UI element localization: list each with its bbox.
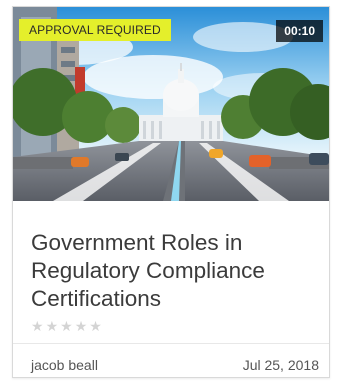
card-divider: [13, 343, 329, 344]
approval-required-badge: APPROVAL REQUIRED: [19, 19, 171, 41]
star-icon: ★: [60, 318, 73, 334]
course-card[interactable]: APPROVAL REQUIRED 00:10 Government Roles…: [12, 6, 330, 378]
star-icon: ★: [89, 318, 102, 334]
star-icon: ★: [74, 318, 88, 334]
star-rating: ★ ★ ★ ★ ★: [31, 319, 102, 333]
author-name: jacob beall: [31, 357, 98, 373]
star-icon: ★: [45, 318, 59, 334]
star-icon: ★: [31, 318, 44, 334]
duration-badge: 00:10: [276, 20, 323, 42]
course-title[interactable]: Government Roles in Regulatory Complianc…: [31, 229, 315, 313]
publish-date: Jul 25, 2018: [242, 357, 319, 373]
course-thumbnail[interactable]: APPROVAL REQUIRED 00:10: [13, 7, 329, 201]
